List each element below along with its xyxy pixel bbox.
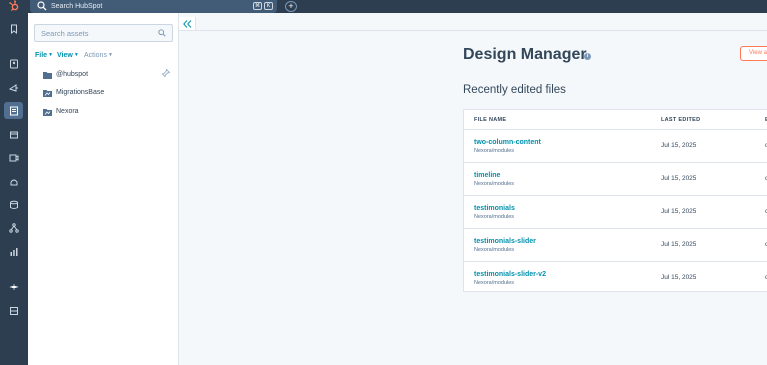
- asset-search-box[interactable]: [34, 24, 173, 42]
- file-name-link[interactable]: testimonials-slider-v2: [474, 271, 546, 278]
- content-icon[interactable]: [4, 102, 23, 119]
- folder-icon: [43, 72, 52, 79]
- automation-icon[interactable]: [6, 175, 22, 189]
- file-name-link[interactable]: testimonials: [474, 205, 515, 212]
- page-title: Design Manager: [463, 46, 587, 63]
- search-icon: [37, 1, 47, 11]
- global-search-bar[interactable]: Search HubSpot ⌘ K: [30, 0, 277, 13]
- pin-icon[interactable]: [162, 69, 170, 77]
- file-name-link[interactable]: testimonials-slider: [474, 238, 536, 245]
- workflows-icon[interactable]: [6, 221, 22, 235]
- bookmark-icon[interactable]: [6, 22, 22, 36]
- breeze-icon[interactable]: [6, 280, 22, 294]
- table-row[interactable]: testimonials Nexora/modules Jul 15, 2025…: [464, 196, 767, 229]
- table-row[interactable]: two-column-content Nexora/modules Jul 15…: [464, 130, 767, 163]
- theme-folder-icon: [43, 109, 52, 116]
- caret-down-icon: ▼: [107, 52, 113, 58]
- folder-migrationsbase[interactable]: MigrationsBase: [43, 87, 173, 99]
- caret-down-icon: ▼: [48, 52, 54, 58]
- settings-panel-icon[interactable]: [6, 304, 22, 318]
- file-name-link[interactable]: timeline: [474, 172, 500, 179]
- file-path: Nexora/modules: [474, 148, 515, 154]
- last-edited-date: Jul 15, 2025: [661, 208, 697, 215]
- column-header-file-name[interactable]: FILE NAME: [474, 117, 506, 123]
- search-icon: [158, 29, 166, 37]
- left-icon-rail: [0, 13, 28, 365]
- actions-menu[interactable]: Actions▼: [84, 50, 113, 61]
- top-nav-bar: Search HubSpot ⌘ K +: [0, 0, 767, 13]
- shortcut-key-k: K: [264, 2, 273, 10]
- last-edited-date: Jul 15, 2025: [661, 142, 697, 149]
- shortcut-key-cmd: ⌘: [253, 2, 262, 10]
- view-all-button[interactable]: View all: [740, 46, 767, 61]
- table-row[interactable]: testimonials-slider-v2 Nexora/modules Ju…: [464, 262, 767, 295]
- collapse-panel-button[interactable]: [179, 17, 196, 31]
- last-edited-date: Jul 15, 2025: [661, 274, 697, 281]
- double-chevron-left-icon: [182, 19, 191, 28]
- toolbar-divider: [196, 30, 767, 31]
- theme-folder-icon: [43, 90, 52, 97]
- file-explorer-panel: File▼ View▼ Actions▼ @hubspot Migrations…: [28, 13, 179, 365]
- caret-down-icon: ▼: [73, 52, 79, 58]
- add-button[interactable]: +: [285, 1, 297, 12]
- table-header: FILE NAME LAST EDITED E: [464, 110, 767, 130]
- marketing-icon[interactable]: [6, 81, 22, 95]
- recent-files-table: FILE NAME LAST EDITED E two-column-conte…: [463, 109, 767, 292]
- column-header-last-edited[interactable]: LAST EDITED: [661, 117, 700, 123]
- reports-icon[interactable]: [6, 245, 22, 259]
- contacts-icon[interactable]: [6, 57, 22, 71]
- database-icon[interactable]: [6, 198, 22, 212]
- table-row[interactable]: testimonials-slider Nexora/modules Jul 1…: [464, 229, 767, 262]
- last-edited-date: Jul 15, 2025: [661, 241, 697, 248]
- folder-nexora[interactable]: Nexora: [43, 106, 173, 118]
- table-row[interactable]: timeline Nexora/modules Jul 15, 2025 c: [464, 163, 767, 196]
- service-icon[interactable]: [6, 151, 22, 165]
- last-edited-date: Jul 15, 2025: [661, 175, 697, 182]
- info-icon[interactable]: i: [584, 53, 591, 60]
- hubspot-logo-icon[interactable]: [8, 0, 20, 12]
- file-path: Nexora/modules: [474, 247, 515, 253]
- file-path: Nexora/modules: [474, 181, 515, 187]
- folder-hubspot[interactable]: @hubspot: [43, 69, 173, 81]
- file-menu[interactable]: File▼: [35, 50, 53, 61]
- global-search-placeholder: Search HubSpot: [51, 3, 103, 10]
- recent-files-heading: Recently edited files: [463, 84, 566, 96]
- view-menu[interactable]: View▼: [57, 50, 79, 61]
- folder-label: Nexora: [56, 108, 79, 115]
- asset-search-input[interactable]: [35, 25, 155, 41]
- file-path: Nexora/modules: [474, 214, 515, 220]
- file-path: Nexora/modules: [474, 280, 515, 286]
- folder-label: @hubspot: [56, 71, 89, 78]
- folder-label: MigrationsBase: [56, 89, 105, 96]
- file-name-link[interactable]: two-column-content: [474, 139, 541, 146]
- commerce-icon[interactable]: [6, 128, 22, 142]
